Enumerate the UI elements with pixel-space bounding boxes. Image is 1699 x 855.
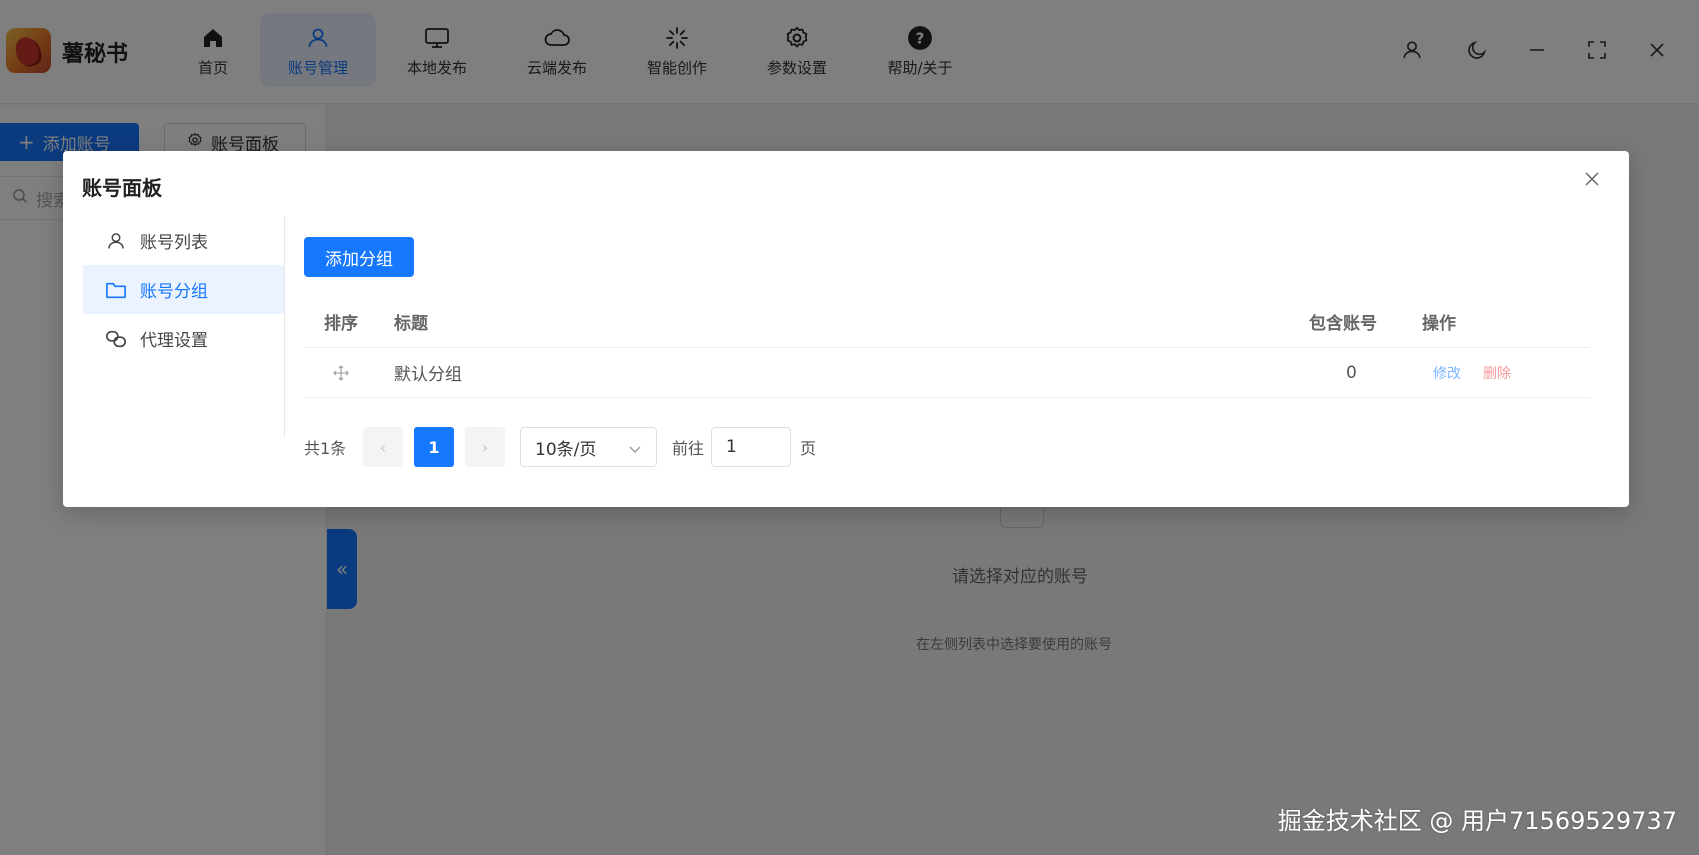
next-page-button[interactable]: › — [465, 427, 505, 467]
chevron-left-icon: ‹ — [379, 437, 387, 457]
drag-handle-icon[interactable] — [333, 348, 349, 397]
page-size-value: 10条/页 — [535, 439, 597, 460]
folder-icon — [104, 278, 128, 302]
header-actions: 操作 — [1422, 314, 1456, 334]
pagination-total: 共1条 — [304, 439, 347, 458]
pagination: 共1条 ‹ 1 › 10条/页 前往 1 页 — [304, 427, 904, 467]
menu-item-account-list[interactable]: 账号列表 — [83, 216, 284, 265]
menu-item-label: 代理设置 — [140, 331, 208, 351]
dialog-side-menu: 账号列表 账号分组 代理设置 — [83, 216, 285, 438]
prev-page-button[interactable]: ‹ — [363, 427, 403, 467]
header-account-count: 包含账号 — [1309, 314, 1377, 334]
dialog-title: 账号面板 — [82, 176, 162, 200]
group-table: 排序 标题 包含账号 操作 默认分组 0 修改 删除 — [304, 296, 1590, 398]
goto-page-input[interactable]: 1 — [711, 427, 791, 467]
close-dialog-button[interactable] — [1581, 168, 1603, 190]
row-actions: 修改 删除 — [1433, 348, 1533, 397]
menu-item-proxy-settings[interactable]: 代理设置 — [83, 314, 284, 363]
chevron-right-icon: › — [481, 437, 489, 457]
goto-label: 前往 — [672, 439, 705, 458]
edit-group-link[interactable]: 修改 — [1433, 363, 1461, 383]
add-group-button[interactable]: 添加分组 — [304, 237, 414, 277]
page-size-select[interactable]: 10条/页 — [520, 427, 657, 467]
group-title: 默认分组 — [394, 365, 462, 385]
chevron-down-icon — [628, 441, 642, 461]
page-suffix: 页 — [800, 439, 817, 458]
watermark: 掘金技术社区 @ 用户71569529737 — [1277, 807, 1677, 835]
table-header: 排序 标题 包含账号 操作 — [304, 296, 1590, 348]
current-page-button[interactable]: 1 — [414, 427, 454, 467]
close-icon — [1585, 172, 1599, 186]
header-title: 标题 — [394, 314, 428, 334]
table-row: 默认分组 0 修改 删除 — [304, 348, 1590, 398]
link-icon — [104, 327, 128, 351]
user-icon — [104, 229, 128, 253]
menu-item-account-groups[interactable]: 账号分组 — [83, 265, 284, 314]
group-account-count: 0 — [1346, 362, 1357, 383]
menu-item-label: 账号列表 — [140, 233, 208, 253]
header-sort: 排序 — [324, 314, 358, 334]
delete-group-link[interactable]: 删除 — [1483, 363, 1511, 383]
account-panel-dialog: 账号面板 账号列表 账号分组 代理设置 添加分组 排序 标题 包含账号 操作 默… — [63, 151, 1629, 507]
menu-item-label: 账号分组 — [140, 282, 208, 302]
